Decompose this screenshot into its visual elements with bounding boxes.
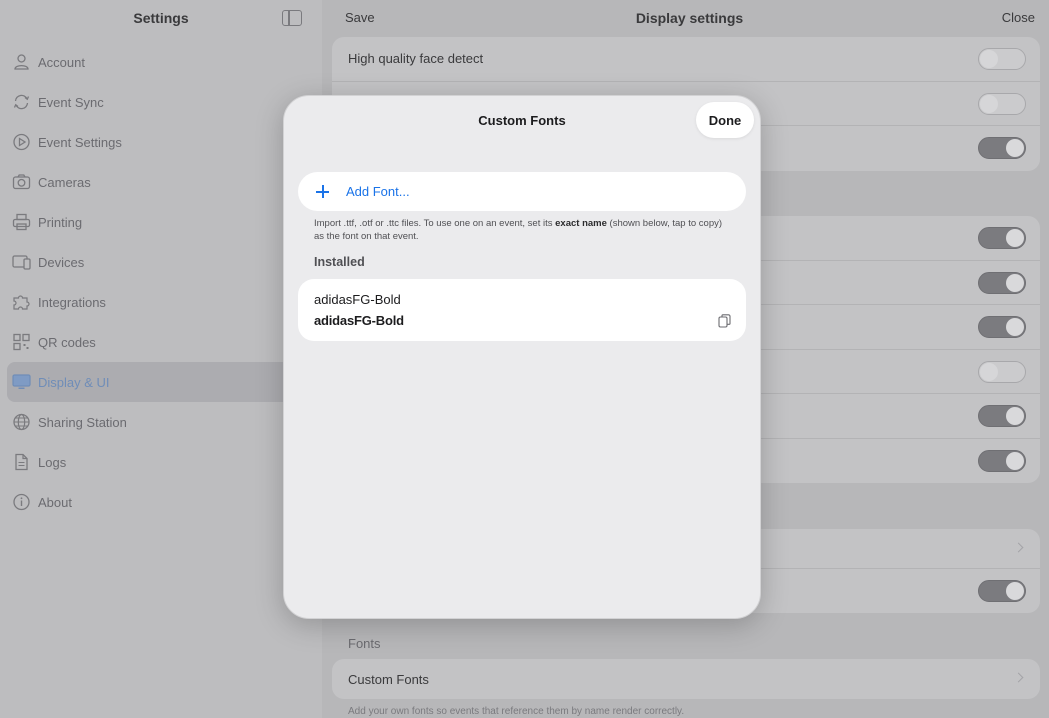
- sidebar-item-devices[interactable]: Devices: [0, 242, 322, 282]
- sidebar-item-label: Display & UI: [38, 374, 110, 390]
- add-font-label: Add Font...: [346, 184, 410, 199]
- fonts-footnote: Add your own fonts so events that refere…: [348, 706, 685, 717]
- sidebar-item-event-settings[interactable]: Event Settings: [0, 122, 322, 162]
- setting-toggle[interactable]: [978, 449, 1026, 472]
- setting-toggle[interactable]: [978, 316, 1026, 338]
- document-icon: [12, 453, 31, 471]
- close-button[interactable]: Close: [1002, 10, 1035, 25]
- play-circle-icon: [12, 133, 31, 151]
- setting-toggle[interactable]: [978, 271, 1026, 294]
- qr-code-icon: [12, 333, 31, 351]
- camera-icon: [12, 173, 31, 191]
- setting-toggle[interactable]: [978, 227, 1026, 249]
- copy-icon[interactable]: [718, 314, 731, 328]
- sidebar-item-label: Account: [38, 54, 85, 70]
- sidebar-item-about[interactable]: About: [0, 482, 322, 522]
- sidebar-item-account[interactable]: Account: [0, 42, 322, 82]
- custom-fonts-row[interactable]: Custom Fonts: [332, 659, 1040, 699]
- sidebar-item-label: Integrations: [38, 294, 106, 310]
- add-font-button[interactable]: Add Font...: [298, 172, 746, 211]
- sidebar-item-integrations[interactable]: Integrations: [0, 282, 322, 322]
- plus-icon: [316, 185, 329, 198]
- setting-toggle[interactable]: [978, 137, 1026, 159]
- import-help-text: Import .ttf, .otf or .ttc files. To use …: [314, 218, 734, 243]
- setting-toggle[interactable]: [978, 360, 1026, 383]
- devices-icon: [12, 253, 31, 271]
- sheet-title: Custom Fonts: [478, 113, 566, 128]
- page-title: Display settings: [635, 10, 744, 26]
- sidebar: Settings Account Event Sync Event Settin…: [0, 0, 322, 718]
- sidebar-item-cameras[interactable]: Cameras: [0, 162, 322, 202]
- sync-icon: [12, 93, 31, 111]
- face-detect-toggle[interactable]: [978, 48, 1026, 70]
- sidebar-toggle-icon[interactable]: [282, 10, 302, 26]
- sidebar-item-label: QR codes: [38, 334, 96, 350]
- custom-fonts-sheet: Custom Fonts Done Add Font... Import .tt…: [283, 95, 761, 619]
- sidebar-item-label: Event Sync: [38, 94, 104, 110]
- fonts-group: Custom Fonts: [332, 659, 1040, 699]
- sidebar-item-label: Printing: [38, 214, 83, 230]
- sidebar-item-label: Event Settings: [38, 134, 122, 150]
- chevron-right-icon: [1013, 542, 1024, 553]
- setting-toggle[interactable]: [978, 92, 1026, 115]
- font-name: adidasFG-Bold: [314, 292, 401, 307]
- installed-section-label: Installed: [314, 255, 365, 269]
- sidebar-item-printing[interactable]: Printing: [0, 202, 322, 242]
- sidebar-item-label: Devices: [38, 254, 85, 270]
- puzzle-icon: [12, 293, 31, 311]
- help-text-emphasis: exact name: [555, 218, 607, 229]
- chevron-right-icon: [1013, 672, 1024, 683]
- sidebar-item-label: Logs: [38, 454, 67, 470]
- sidebar-item-event-sync[interactable]: Event Sync: [0, 82, 322, 122]
- sidebar-item-display-ui[interactable]: Display & UI: [7, 362, 322, 402]
- person-icon: [12, 53, 31, 71]
- sidebar-item-sharing-station[interactable]: Sharing Station: [0, 402, 322, 442]
- setting-toggle[interactable]: [978, 580, 1026, 602]
- sidebar-item-label: Cameras: [38, 174, 91, 190]
- sidebar-item-logs[interactable]: Logs: [0, 442, 322, 482]
- globe-icon: [12, 413, 31, 431]
- fonts-section-label: Fonts: [348, 636, 381, 651]
- sidebar-item-label: Sharing Station: [38, 414, 127, 430]
- setting-row-label: High quality face detect: [348, 51, 484, 67]
- setting-row-face-detect: High quality face detect: [332, 37, 1040, 82]
- done-button[interactable]: Done: [696, 102, 754, 138]
- setting-toggle[interactable]: [978, 405, 1026, 427]
- installed-font-item[interactable]: adidasFG-Bold adidasFG-Bold: [298, 279, 746, 341]
- sidebar-nav: Account Event Sync Event Settings Camera…: [0, 42, 322, 522]
- sidebar-title: Settings: [133, 10, 189, 26]
- help-text-part: Import .ttf, .otf or .ttc files. To use …: [314, 218, 556, 229]
- printer-icon: [12, 213, 31, 231]
- sidebar-item-qr-codes[interactable]: QR codes: [0, 322, 322, 362]
- info-icon: [12, 493, 31, 511]
- custom-fonts-row-label: Custom Fonts: [348, 671, 429, 687]
- display-icon: [12, 373, 31, 391]
- font-preview: adidasFG-Bold: [314, 313, 404, 328]
- sidebar-item-label: About: [38, 494, 72, 510]
